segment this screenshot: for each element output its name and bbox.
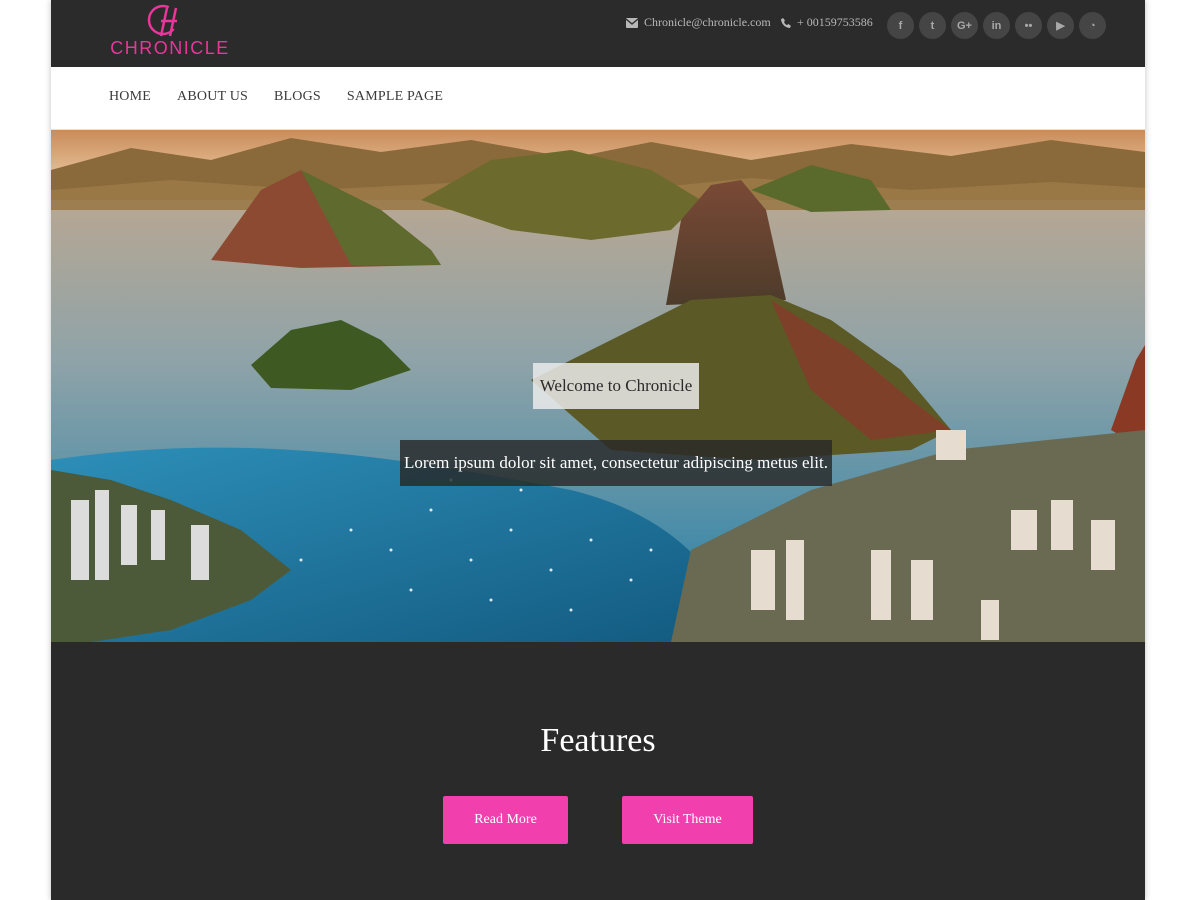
nav-item-home[interactable]: HOME [109, 89, 151, 105]
logo-text: CHRONICLE [110, 38, 230, 58]
hero-welcome-label: Welcome to Chronicle [533, 363, 699, 409]
nav-item-about-us[interactable]: ABOUT US [177, 89, 248, 105]
top-bar: CHRONICLE Chronicle@chronicle.com + 0015… [51, 0, 1145, 67]
logo-monogram-icon [147, 4, 179, 37]
envelope-icon [626, 17, 638, 28]
rss-icon[interactable]: ◔ [1079, 12, 1106, 39]
read-more-button[interactable]: Read More [443, 796, 568, 844]
main-navigation: HOME ABOUT US BLOGS SAMPLE PAGE [51, 67, 1145, 130]
nav-item-blogs[interactable]: BLOGS [274, 89, 321, 105]
contact-email[interactable]: Chronicle@chronicle.com [626, 15, 771, 30]
hero-tagline: Lorem ipsum dolor sit amet, consectetur … [400, 440, 832, 486]
linkedin-icon[interactable]: in [983, 12, 1010, 39]
visit-theme-button[interactable]: Visit Theme [622, 796, 753, 844]
features-heading: Features [540, 722, 656, 759]
site-logo[interactable]: CHRONICLE [105, 2, 235, 60]
features-section: Features Read More Visit Theme [51, 642, 1145, 900]
phone-icon [781, 17, 791, 28]
youtube-icon[interactable]: ▶ [1047, 12, 1074, 39]
twitter-icon[interactable]: t [919, 12, 946, 39]
contact-phone[interactable]: + 00159753586 [781, 15, 873, 30]
page-container: CHRONICLE Chronicle@chronicle.com + 0015… [51, 0, 1145, 900]
phone-text: + 00159753586 [797, 15, 873, 29]
google-plus-icon[interactable]: G+ [951, 12, 978, 39]
social-links: f t G+ in •• ▶ ◔ [887, 12, 1106, 39]
flickr-icon[interactable]: •• [1015, 12, 1042, 39]
email-text: Chronicle@chronicle.com [644, 15, 771, 29]
facebook-icon[interactable]: f [887, 12, 914, 39]
nav-item-sample-page[interactable]: SAMPLE PAGE [347, 89, 443, 105]
hero-banner: Welcome to Chronicle Lorem ipsum dolor s… [51, 130, 1145, 642]
